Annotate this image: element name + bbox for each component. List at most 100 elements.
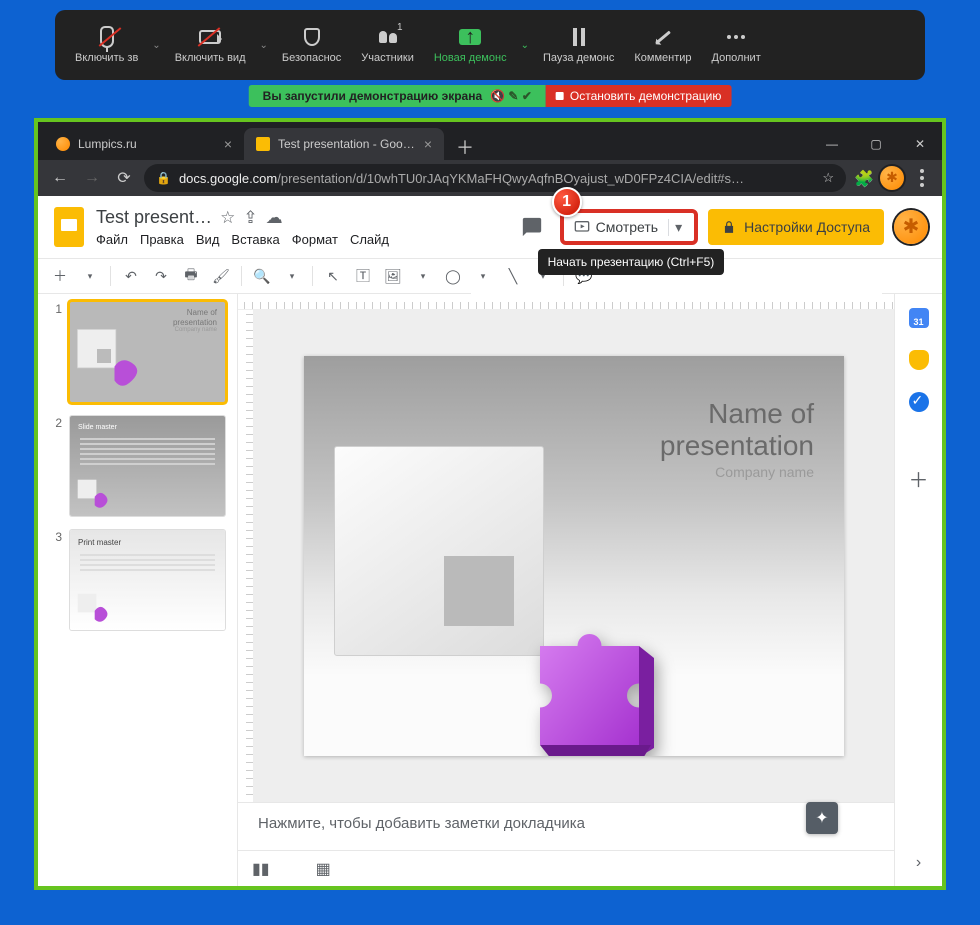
zoom-tool-dropdown-icon[interactable]: ▾ — [278, 262, 306, 290]
slide-puzzle-graphic — [334, 446, 614, 726]
keep-icon[interactable] — [909, 350, 929, 370]
browser-tab-strip: Lumpics.ru × Test presentation - Google … — [38, 122, 942, 160]
tasks-icon[interactable] — [909, 392, 929, 412]
canvas-scroll[interactable]: Name of presentation Company name — [238, 310, 894, 802]
window-maximize-button[interactable]: ▢ — [854, 128, 898, 160]
browser-tab-lumpics[interactable]: Lumpics.ru × — [44, 128, 244, 160]
thumb-number: 2 — [50, 416, 62, 516]
speaker-notes-field[interactable]: Нажмите, чтобы добавить заметки докладчи… — [238, 802, 894, 850]
editor-toolbar: ＋ ▾ ↶ ↷ 🖶 🖌 🔍 ▾ ↖ 🅃 🖼 ▾ ◯ ▾ ╲ ▾ 💬 — [38, 258, 942, 294]
zoom-more-button[interactable]: Дополнит — [702, 26, 771, 64]
comments-button[interactable] — [514, 209, 550, 245]
extensions-icon[interactable]: 🧩 — [854, 169, 872, 187]
zoom-new-share-button[interactable]: ↑ Новая демонс — [424, 26, 517, 64]
zoom-security-button[interactable]: Безопаснос — [272, 26, 351, 64]
tab-close-icon[interactable]: × — [424, 136, 432, 152]
browser-menu-button[interactable] — [912, 169, 932, 187]
calendar-icon[interactable] — [909, 308, 929, 328]
participants-count: 1 — [397, 22, 403, 33]
share-screen-icon: ↑ — [459, 29, 481, 45]
mic-slash-icon — [100, 26, 114, 48]
zoom-share-chevron-icon[interactable]: ⌄ — [517, 40, 533, 51]
bookmark-star-icon[interactable]: ☆ — [822, 170, 834, 186]
menu-insert[interactable]: Вставка — [231, 232, 279, 247]
slide-canvas[interactable]: Name of presentation Company name — [304, 356, 844, 756]
title-row: Test present… ☆ ⇪ ☁ — [96, 207, 389, 228]
zoom-pause-share-button[interactable]: Пауза демонс — [533, 26, 624, 64]
explore-button[interactable]: ✦ — [806, 802, 838, 834]
window-close-button[interactable]: ✕ — [898, 128, 942, 160]
url-field[interactable]: 🔒 docs.google.com/presentation/d/10whTU0… — [144, 164, 846, 192]
zoom-video-chevron-icon[interactable]: ⌄ — [256, 40, 272, 51]
header-right: 1 Смотреть ▾ Начать презентацию (Ctrl+F5… — [514, 209, 928, 245]
slide-thumb-2[interactable]: Slide master — [70, 416, 225, 516]
nav-back-button[interactable]: ← — [48, 166, 72, 190]
grid-view-icon[interactable]: ▦ — [316, 859, 331, 879]
vertical-ruler — [238, 310, 254, 802]
star-document-icon[interactable]: ☆ — [220, 208, 235, 228]
nav-forward-button[interactable]: → — [80, 166, 104, 190]
redo-button[interactable]: ↷ — [147, 262, 175, 290]
stop-icon — [556, 92, 564, 100]
editor-main: 1 Name ofpresentation Company name — [38, 294, 942, 886]
zoom-video-label: Включить вид — [175, 52, 246, 64]
nav-reload-button[interactable]: ⟳ — [112, 166, 136, 190]
new-tab-button[interactable]: ＋ — [444, 134, 486, 160]
menu-file[interactable]: Файл — [96, 232, 128, 247]
slide-thumb-1[interactable]: Name ofpresentation Company name — [70, 302, 225, 402]
zoom-participants-button[interactable]: 1 Участники — [351, 26, 424, 64]
shape-button[interactable]: ◯ — [439, 262, 467, 290]
image-dropdown-icon[interactable]: ▾ — [409, 262, 437, 290]
menu-edit[interactable]: Правка — [140, 232, 184, 247]
thumb-heading: Slide master — [78, 424, 217, 431]
zoom-start-video-button[interactable]: Включить вид — [165, 26, 256, 64]
sharing-status-text: Вы запустили демонстрацию экрана — [263, 89, 483, 103]
image-button[interactable]: 🖼 — [379, 262, 407, 290]
google-slides-logo-icon[interactable] — [52, 205, 86, 249]
favicon-icon — [56, 137, 70, 151]
window-minimize-button[interactable]: — — [810, 128, 854, 160]
present-tooltip: Начать презентацию (Ctrl+F5) — [538, 249, 725, 275]
line-button[interactable]: ╲ — [499, 262, 527, 290]
present-dropdown-icon[interactable]: ▾ — [668, 219, 688, 236]
tab-close-icon[interactable]: × — [224, 136, 232, 152]
slide-title: Name of presentation — [660, 398, 814, 462]
textbox-button[interactable]: 🅃 — [349, 262, 377, 290]
new-slide-dropdown-icon[interactable]: ▾ — [76, 262, 104, 290]
stop-share-button[interactable]: Остановить демонстрацию — [546, 85, 731, 107]
lock-icon: 🔒 — [156, 171, 171, 185]
shape-dropdown-icon[interactable]: ▾ — [469, 262, 497, 290]
lock-icon — [722, 220, 736, 234]
zoom-annotate-button[interactable]: Комментир — [624, 26, 701, 64]
zoom-mic-chevron-icon[interactable]: ⌄ — [148, 40, 164, 51]
menu-view[interactable]: Вид — [196, 232, 220, 247]
move-document-icon[interactable]: ⇪ — [243, 208, 257, 228]
browser-tab-slides[interactable]: Test presentation - Google Презе × — [244, 128, 444, 160]
thumb-row: 3 Print master — [50, 530, 225, 630]
share-button[interactable]: Настройки Доступа — [708, 209, 884, 245]
side-panel-collapse-icon[interactable]: › — [916, 854, 921, 872]
filmstrip-view-icon[interactable]: ▮▮ — [252, 859, 270, 879]
puzzle-mini-icon — [76, 328, 146, 398]
select-tool-button[interactable]: ↖ — [319, 262, 347, 290]
menu-format[interactable]: Формат — [292, 232, 338, 247]
paint-format-button[interactable]: 🖌 — [207, 262, 235, 290]
google-side-panel: ＋ › — [894, 294, 942, 886]
slide-thumb-3[interactable]: Print master — [70, 530, 225, 630]
undo-button[interactable]: ↶ — [117, 262, 145, 290]
zoom-tool-button[interactable]: 🔍 — [248, 262, 276, 290]
shared-window-frame: Lumpics.ru × Test presentation - Google … — [34, 118, 946, 890]
url-text: docs.google.com/presentation/d/10whTU0rJ… — [179, 171, 814, 186]
document-title[interactable]: Test present… — [96, 207, 212, 228]
profile-avatar-icon[interactable] — [880, 166, 904, 190]
step-badge: 1 — [552, 187, 582, 217]
comment-icon — [521, 216, 543, 238]
zoom-annotate-label: Комментир — [634, 52, 691, 64]
new-slide-button[interactable]: ＋ — [46, 262, 74, 290]
present-button[interactable]: Смотреть ▾ — [560, 209, 698, 245]
menu-slide[interactable]: Слайд — [350, 232, 389, 247]
addons-plus-icon[interactable]: ＋ — [908, 464, 930, 486]
print-button[interactable]: 🖶 — [177, 262, 205, 290]
zoom-unmute-button[interactable]: Включить зв — [65, 26, 148, 64]
account-avatar-icon[interactable] — [894, 210, 928, 244]
